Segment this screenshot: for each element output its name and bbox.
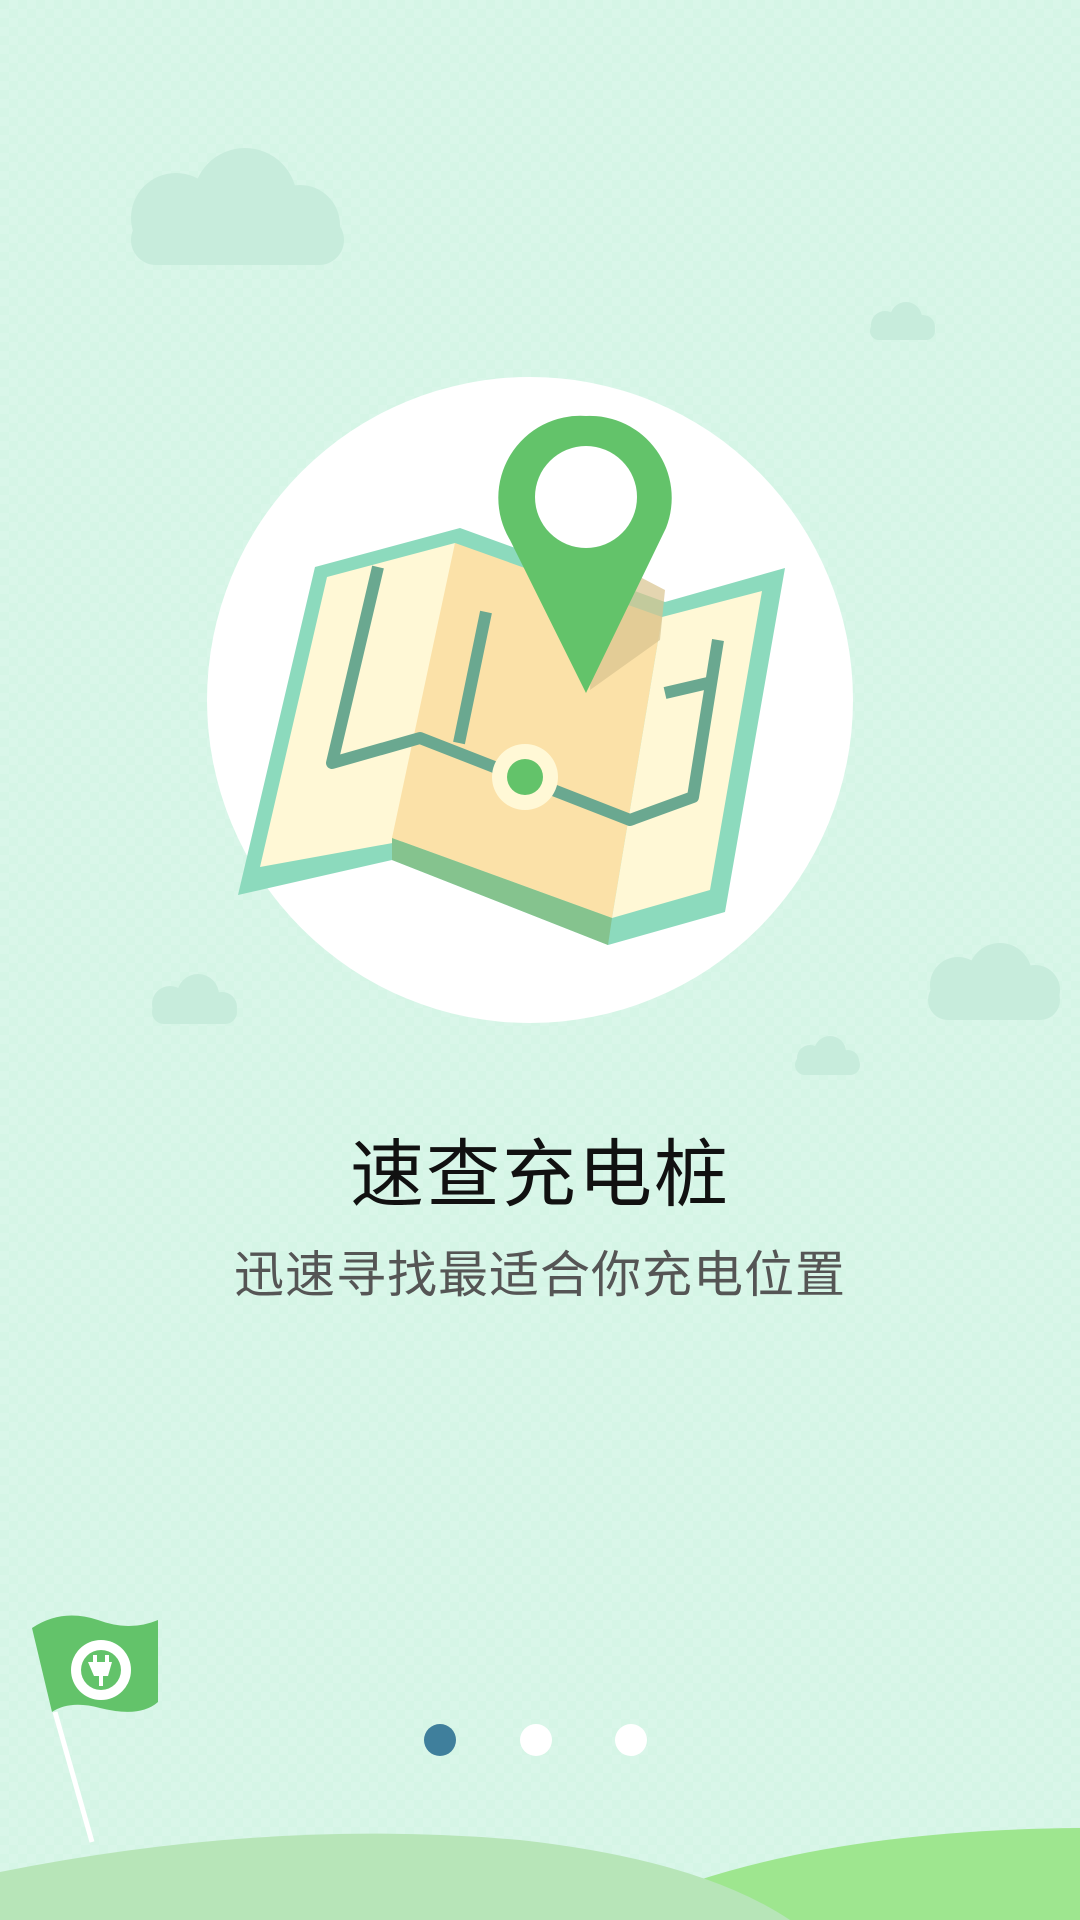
cloud-icon — [928, 943, 1060, 1020]
cloud-icon — [131, 148, 344, 265]
page-dot-1[interactable] — [424, 1724, 456, 1756]
charging-plug-logo-icon — [71, 1640, 131, 1700]
cloud-icon — [870, 302, 935, 340]
cloud-icon — [795, 1036, 860, 1075]
page-indicator — [0, 1724, 1080, 1756]
page-dot-3[interactable] — [615, 1724, 647, 1756]
cloud-icon — [152, 974, 237, 1024]
page-dot-2[interactable] — [520, 1724, 552, 1756]
guide-text: 速查充电桩 迅速寻找最适合你充电位置 — [0, 1120, 1080, 1320]
guide-title: 速查充电桩 — [350, 1132, 730, 1218]
onboarding-screen: 速查充电桩 迅速寻找最适合你充电位置 — [0, 0, 1080, 1920]
guide-subtitle: 迅速寻找最适合你充电位置 — [234, 1246, 846, 1304]
hill-left — [0, 1833, 790, 1920]
illustration — [0, 148, 1080, 1920]
